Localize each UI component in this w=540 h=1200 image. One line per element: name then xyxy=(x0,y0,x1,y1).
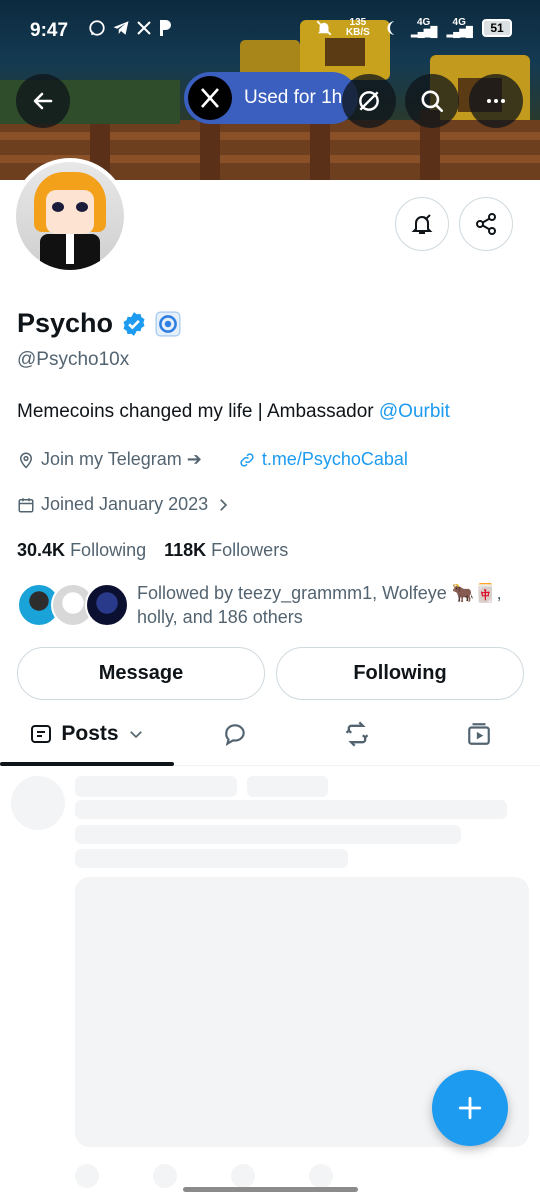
posts-icon xyxy=(31,725,52,743)
back-arrow-icon xyxy=(33,92,53,110)
profile-bio: Memecoins changed my life | Ambassador @… xyxy=(17,401,450,423)
skeleton-action xyxy=(231,1164,255,1188)
signal-2: 4G ▂▄▆█ xyxy=(446,17,473,38)
tab-active-indicator xyxy=(0,762,174,766)
status-indicators: 135 KB/S 4G ▂▄▆█ 4G ▂▄▆█ 51 xyxy=(315,18,512,38)
skeleton-line xyxy=(75,800,507,819)
status-bar: 9:47 135 KB/S 4G ▂▄▆█ 4G ▂▄▆█ 51 xyxy=(0,0,540,62)
calendar-icon xyxy=(18,497,34,512)
repost-icon xyxy=(345,721,369,747)
signal-1: 4G ▂▄▆█ xyxy=(410,17,438,38)
message-button[interactable]: Message xyxy=(17,647,265,700)
more-icon xyxy=(487,99,505,103)
location-pin-icon xyxy=(19,452,33,469)
skeleton-action xyxy=(309,1164,333,1188)
verified-badge-icon xyxy=(123,311,145,336)
profile-website-link[interactable]: t.me/PsychoCabal xyxy=(262,449,408,470)
avatar[interactable] xyxy=(12,158,128,274)
notifications-button[interactable] xyxy=(395,197,449,251)
bell-check-icon xyxy=(411,214,433,234)
followers-label: Followers xyxy=(211,540,289,560)
reply-bubble-icon xyxy=(225,724,245,747)
followers-count-link[interactable]: 118K Followers xyxy=(164,540,288,561)
following-count: 30.4K xyxy=(17,540,66,560)
skeleton-action xyxy=(153,1164,177,1188)
following-button[interactable]: Following xyxy=(276,647,524,700)
whatsapp-icon xyxy=(89,20,105,36)
tab-posts[interactable]: Posts xyxy=(0,704,174,764)
profile-handle: @Psycho10x xyxy=(17,349,130,370)
gesture-home-bar[interactable] xyxy=(183,1187,358,1192)
usage-pill[interactable]: Used for 1h xyxy=(184,72,358,124)
affiliate-badge-icon xyxy=(155,311,181,336)
chevron-down-icon xyxy=(129,731,142,739)
moon-icon xyxy=(387,21,395,35)
back-button[interactable] xyxy=(16,74,70,128)
followers-count: 118K xyxy=(164,540,207,560)
skeleton-line xyxy=(75,825,461,844)
following-count-link[interactable]: 30.4K Following xyxy=(17,540,146,561)
profile-location: Join my Telegram ➔ xyxy=(41,449,202,469)
usage-pill-label: Used for 1h xyxy=(244,87,343,108)
link-icon xyxy=(240,452,254,467)
search-button[interactable] xyxy=(405,74,459,128)
chevron-right-icon xyxy=(220,498,228,511)
telegram-icon xyxy=(113,21,129,35)
profile-name: Psycho xyxy=(17,308,114,338)
profile-meta-row: Join my Telegram ➔ t.me/PsychoCabal xyxy=(17,449,408,470)
tab-media[interactable] xyxy=(449,704,509,764)
profile-joined: Joined January 2023 xyxy=(41,494,209,514)
banner-fence-rail xyxy=(0,132,540,140)
tab-posts-label: Posts xyxy=(61,722,119,745)
battery-indicator: 51 xyxy=(482,19,512,37)
skeleton-line xyxy=(75,849,348,868)
net-speed: 135 KB/S xyxy=(345,17,370,38)
bio-mention-link[interactable]: @Ourbit xyxy=(379,401,450,422)
share-button[interactable] xyxy=(459,197,513,251)
mute-bell-icon xyxy=(316,20,332,36)
followed-by-row[interactable]: Followed by teezy_grammm1, Wolfeye 🐂🀄, h… xyxy=(17,581,527,631)
plus-icon xyxy=(458,1096,482,1120)
skeleton-action xyxy=(75,1164,99,1188)
following-label: Following xyxy=(70,540,147,560)
profile-name-row: Psycho xyxy=(17,308,181,339)
tab-reposts[interactable] xyxy=(327,704,387,764)
follower-avatar xyxy=(85,583,129,627)
media-icon xyxy=(468,723,490,745)
followed-by-line-1: Followed by teezy_grammm1, Wolfeye 🐂🀄, xyxy=(137,583,502,603)
profile-tabs: Posts xyxy=(0,704,540,766)
profile-joined-row[interactable]: Joined January 2023 xyxy=(17,494,232,515)
bio-text: Memecoins changed my life | Ambassador xyxy=(17,401,379,422)
search-icon xyxy=(421,90,444,113)
followed-by-line-2: holly, and 186 others xyxy=(137,607,303,627)
followed-by-text: Followed by teezy_grammm1, Wolfeye 🐂🀄, h… xyxy=(137,581,527,629)
x-icon xyxy=(137,21,151,35)
grok-button[interactable] xyxy=(342,74,396,128)
profile-counts: 30.4K Following 118K Followers xyxy=(17,540,288,561)
skeleton-line xyxy=(247,776,328,797)
tab-replies[interactable] xyxy=(205,704,265,764)
skeleton-avatar xyxy=(11,776,65,830)
more-button[interactable] xyxy=(469,74,523,128)
share-icon xyxy=(476,213,496,235)
compose-post-button[interactable] xyxy=(432,1070,508,1146)
status-app-icons xyxy=(88,19,172,37)
avatar-image xyxy=(16,162,124,270)
status-time: 9:47 xyxy=(30,20,69,41)
x-logo-icon xyxy=(188,76,232,120)
grok-icon xyxy=(359,91,379,111)
p-icon xyxy=(160,20,171,36)
skeleton-line xyxy=(75,776,237,797)
